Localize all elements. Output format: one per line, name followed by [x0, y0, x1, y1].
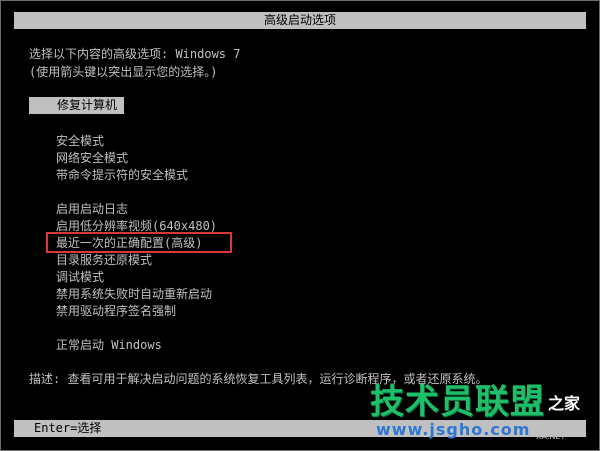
- red-highlight-box: [46, 232, 232, 253]
- menu-item-enable-boot-logging[interactable]: 启用启动日志: [56, 201, 128, 218]
- site-watermark: 技术员联盟 之家 www.jsgho.com XA.NET: [370, 383, 594, 443]
- watermark-suffix: 之家: [548, 394, 581, 413]
- advanced-boot-options-screen: 高级启动选项 选择以下内容的高级选项: Windows 7 (使用箭头键以突出显…: [0, 0, 600, 451]
- menu-item-start-windows-normally[interactable]: 正常启动 Windows: [56, 337, 162, 354]
- menu-item-safe-mode-command-prompt[interactable]: 带命令提示符的安全模式: [56, 167, 188, 184]
- menu-item-safe-mode[interactable]: 安全模式: [56, 133, 104, 150]
- menu-item-repair-computer[interactable]: 修复计算机: [29, 97, 124, 114]
- title-bar: 高级启动选项: [14, 12, 586, 29]
- prompt-text: 选择以下内容的高级选项: Windows 7: [29, 47, 241, 61]
- footer-key-hint: Enter=选择: [34, 421, 102, 435]
- menu-item-safe-mode-networking[interactable]: 网络安全模式: [56, 150, 128, 167]
- menu-item-disable-auto-restart[interactable]: 禁用系统失败时自动重新启动: [56, 286, 212, 303]
- watermark-net: XA.NET: [536, 432, 566, 441]
- watermark-url: www.jsgho.com: [376, 420, 531, 439]
- menu-item-disable-driver-signature[interactable]: 禁用驱动程序签名强制: [56, 303, 176, 320]
- menu-item-debugging-mode[interactable]: 调试模式: [56, 269, 104, 286]
- menu-item-directory-services-restore[interactable]: 目录服务还原模式: [56, 252, 152, 269]
- screen-title: 高级启动选项: [263, 13, 336, 27]
- hint-text: (使用箭头键以突出显示您的选择。): [29, 65, 218, 79]
- watermark-logo: 技术员联盟: [370, 382, 545, 422]
